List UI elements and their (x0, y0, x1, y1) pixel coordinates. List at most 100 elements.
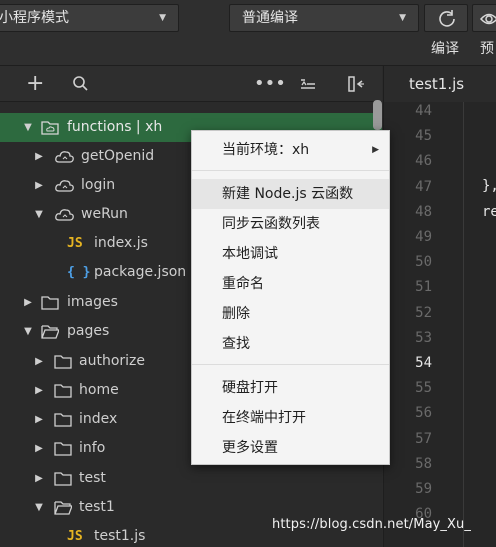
menu-item-delete[interactable]: 删除 (192, 299, 389, 329)
line-number: 45 (415, 128, 432, 145)
tree-item-label: test1.js (94, 528, 146, 544)
chevron-right-icon: ▶ (35, 414, 43, 425)
line-number: 51 (415, 279, 432, 296)
code-editor[interactable] (463, 102, 496, 547)
chevron-right-icon: ▶ (35, 443, 43, 454)
tree-item-label: home (79, 382, 119, 398)
folder-open-icon (54, 500, 72, 515)
refresh-icon (439, 10, 455, 27)
menu-item-label: 硬盘打开 (222, 380, 278, 396)
folder-icon (54, 383, 72, 398)
tree-scrollbar[interactable] (373, 100, 382, 130)
menu-item-label: 更多设置 (222, 440, 278, 456)
chevron-right-icon: ▶ (35, 180, 43, 191)
line-number: 48 (415, 203, 432, 220)
editor-tab-bar: test1.js (383, 66, 496, 102)
line-number: 58 (415, 455, 432, 472)
menu-item-sync-functions[interactable]: 同步云函数列表 (192, 209, 389, 239)
menu-item-label: 删除 (222, 306, 250, 322)
tree-item-label: test (79, 470, 106, 486)
menu-item-label: 当前环境：xh (222, 142, 310, 158)
tree-item-label: index (79, 411, 118, 427)
eye-icon (479, 13, 496, 25)
cloud-icon (55, 207, 74, 222)
chevron-down-icon: ▼ (35, 209, 43, 220)
chevron-down-icon: ▼ (24, 122, 32, 133)
menu-item-local-debug[interactable]: 本地调试 (192, 239, 389, 269)
menu-separator (192, 364, 389, 365)
tree-item-label: weRun (81, 206, 128, 222)
chevron-down-icon: ▼ (159, 13, 166, 23)
tree-item-test[interactable]: ▶ test (0, 464, 382, 493)
tree-item-label: test1 (79, 499, 115, 515)
menu-item-label: 同步云函数列表 (222, 216, 320, 232)
file-panel-header: + ••• (0, 66, 382, 102)
split-panel-icon[interactable] (346, 74, 366, 99)
menu-item-label: 重命名 (222, 276, 264, 292)
js-file-icon: JS (67, 236, 83, 251)
cloud-folder-icon (41, 120, 59, 135)
folder-icon (54, 441, 72, 456)
line-number: 44 (415, 103, 432, 119)
line-number: 46 (415, 153, 432, 170)
tree-item-label: functions | xh (67, 119, 163, 135)
folder-icon (54, 354, 72, 369)
folder-open-icon (41, 324, 59, 339)
code-line-47: }, (482, 178, 496, 194)
search-icon[interactable] (72, 74, 90, 99)
preview-button[interactable] (472, 4, 496, 32)
tree-item-label: package.json (94, 264, 187, 280)
json-file-icon: { } (67, 265, 91, 280)
compile-button[interactable] (424, 4, 468, 32)
tree-item-label: pages (67, 323, 110, 339)
cloud-icon (55, 178, 74, 193)
line-number: 54 (415, 355, 432, 371)
tab-test1-js[interactable]: test1.js (384, 66, 496, 102)
collapse-all-icon[interactable] (298, 74, 318, 99)
menu-item-rename[interactable]: 重命名 (192, 269, 389, 299)
menu-item-new-node-function[interactable]: 新建 Node.js 云函数 (192, 179, 389, 209)
line-number: 50 (415, 254, 432, 271)
tree-item-label: login (81, 177, 116, 193)
menu-item-label: 本地调试 (222, 246, 278, 262)
js-file-icon: JS (67, 529, 83, 544)
menu-item-current-env[interactable]: 当前环境：xh ▶ (192, 135, 389, 165)
line-number: 53 (415, 329, 432, 346)
chevron-right-icon: ▶ (24, 297, 32, 308)
tree-item-label: images (67, 294, 118, 310)
menu-separator (192, 170, 389, 171)
compile-mode-select[interactable]: 普通编译 ▼ (229, 4, 419, 32)
line-number: 59 (415, 481, 432, 497)
line-number: 55 (415, 380, 432, 397)
more-icon[interactable]: ••• (254, 74, 286, 94)
menu-item-label: 在终端中打开 (222, 410, 306, 426)
folder-icon (54, 471, 72, 486)
line-number: 56 (415, 405, 432, 422)
watermark-url: https://blog.csdn.net/May_Xu_ (272, 517, 471, 532)
top-toolbar: 小程序模式 ▼ 普通编译 ▼ 编译 预 (0, 0, 496, 66)
compile-label: 编译 (431, 41, 459, 57)
menu-item-find[interactable]: 查找 (192, 329, 389, 359)
chevron-right-icon: ▶ (35, 385, 43, 396)
add-icon[interactable]: + (26, 73, 44, 95)
compile-select-value: 普通编译 (242, 10, 298, 26)
preview-label: 预 (480, 41, 494, 57)
line-number: 57 (415, 430, 432, 447)
line-number: 47 (415, 178, 432, 195)
line-number: 52 (415, 304, 432, 321)
chevron-down-icon: ▼ (399, 13, 406, 23)
chevron-right-icon: ▶ (35, 151, 43, 162)
mode-select[interactable]: 小程序模式 ▼ (0, 4, 179, 32)
tree-item-label: authorize (79, 353, 145, 369)
context-menu: 当前环境：xh ▶ 新建 Node.js 云函数 同步云函数列表 本地调试 重命… (191, 130, 390, 465)
code-line-48: re (482, 204, 496, 220)
tree-item-label: index.js (94, 235, 148, 251)
menu-item-open-terminal[interactable]: 在终端中打开 (192, 403, 389, 433)
indent-guide (463, 102, 464, 547)
folder-icon (54, 412, 72, 427)
menu-item-open-disk[interactable]: 硬盘打开 (192, 373, 389, 403)
menu-item-more-settings[interactable]: 更多设置 (192, 433, 389, 463)
menu-item-label: 新建 Node.js 云函数 (222, 186, 354, 202)
tree-item-label: info (79, 440, 106, 456)
submenu-arrow-icon: ▶ (372, 145, 379, 155)
